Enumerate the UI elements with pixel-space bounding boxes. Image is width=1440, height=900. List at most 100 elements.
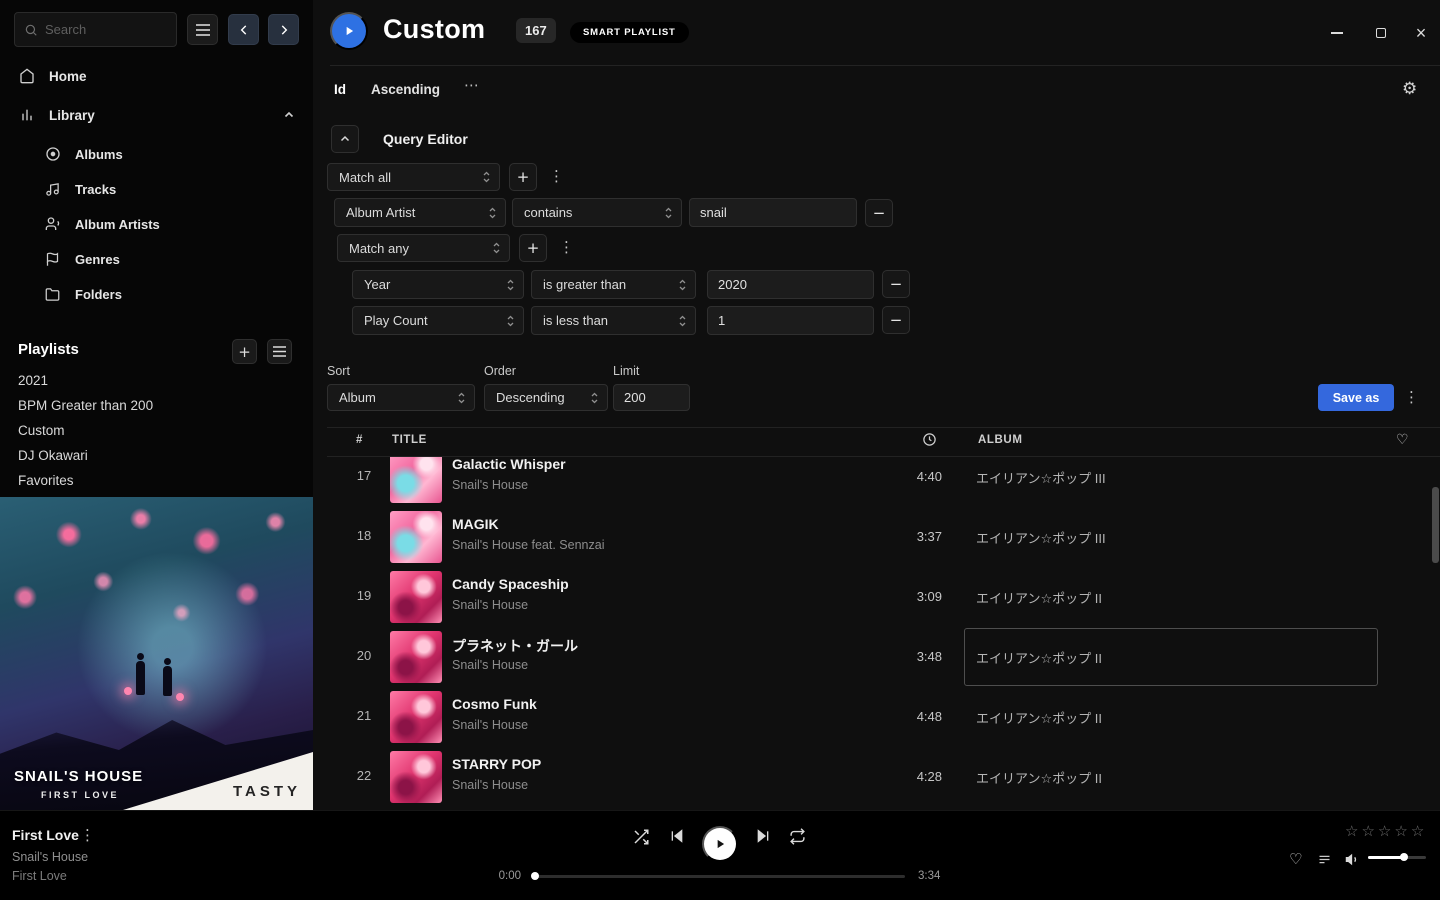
seek-bar[interactable] [535, 875, 905, 878]
sort-more-button[interactable]: ⋯ [464, 76, 480, 94]
shuffle-button[interactable] [632, 828, 650, 846]
favorite-button[interactable]: ♡ [1289, 850, 1302, 868]
limit-input[interactable] [613, 384, 690, 411]
star-icon[interactable]: ☆ [1345, 822, 1358, 840]
query-editor-collapse-button[interactable] [331, 125, 359, 153]
group-rule-value-input[interactable] [707, 306, 874, 335]
volume-slider[interactable] [1368, 856, 1426, 859]
table-row[interactable]: 20 プラネット・ガール Snail's House 3:48 エイリアン☆ポッ… [313, 627, 1440, 687]
close-icon: × [1416, 23, 1427, 44]
sort-direction-button[interactable]: Ascending [371, 82, 440, 97]
scrollbar-thumb[interactable] [1432, 487, 1439, 563]
remove-group-rule-button[interactable]: − [882, 306, 910, 334]
rating-stars[interactable]: ☆ ☆ ☆ ☆ ☆ [1345, 822, 1424, 840]
col-album-header[interactable]: ALBUM [978, 434, 1023, 446]
star-icon[interactable]: ☆ [1411, 822, 1424, 840]
volume-knob[interactable] [1400, 853, 1408, 861]
group-rule-value-input[interactable] [707, 270, 874, 299]
sidebar-item-home[interactable]: Home [0, 61, 313, 91]
rule-value-input[interactable] [689, 198, 857, 227]
save-as-button[interactable]: Save as [1318, 384, 1394, 411]
now-playing-menu-button[interactable]: ⋮ [80, 828, 95, 843]
group-menu-button[interactable]: ⋮ [559, 240, 574, 255]
album-cell[interactable]: エイリアン☆ポップ II [964, 568, 1378, 626]
playlist-item[interactable]: 2021 [18, 373, 48, 388]
minimize-button[interactable] [1326, 22, 1348, 44]
star-icon[interactable]: ☆ [1361, 822, 1374, 840]
col-index-header[interactable]: # [356, 434, 363, 446]
duration-clock-icon[interactable] [922, 432, 937, 450]
track-artist: Snail's House [452, 658, 528, 672]
volume-button[interactable] [1344, 851, 1361, 868]
sidebar-item-album-artists[interactable]: Album Artists [0, 209, 313, 239]
sidebar-item-albums[interactable]: Albums [0, 139, 313, 169]
album-cell[interactable]: エイリアン☆ポップ III [964, 457, 1378, 506]
sort-field-button[interactable]: Id [334, 82, 346, 97]
playlist-list-button[interactable] [267, 339, 292, 364]
chevrons-up-down-icon [590, 391, 599, 405]
repeat-button[interactable] [789, 828, 806, 845]
add-group-rule-button[interactable]: + [519, 234, 547, 262]
add-playlist-button[interactable]: + [232, 339, 257, 364]
close-button[interactable]: × [1410, 22, 1432, 44]
nav-back-button[interactable] [228, 14, 259, 45]
album-cell-focused[interactable]: エイリアン☆ポップ II [964, 628, 1378, 686]
album-name: エイリアン☆ポップ II [976, 708, 1102, 727]
nav-forward-button[interactable] [268, 14, 299, 45]
play-playlist-button[interactable] [330, 12, 368, 50]
playlist-item[interactable]: BPM Greater than 200 [18, 398, 153, 413]
collapse-chevron-up-icon[interactable] [283, 109, 295, 121]
next-track-button[interactable] [755, 828, 771, 844]
label-brand: TASTY [233, 783, 301, 800]
group-rule-operator-select[interactable]: is less than [531, 306, 696, 335]
table-row[interactable]: 18 MAGIK Snail's House feat. Sennzai 3:3… [313, 507, 1440, 567]
album-cell[interactable]: エイリアン☆ポップ III [964, 508, 1378, 566]
table-row[interactable]: 21 Cosmo Funk Snail's House 4:48 エイリアン☆ポ… [313, 687, 1440, 747]
add-rule-button[interactable]: + [509, 163, 537, 191]
album-art-thumbnail [390, 511, 442, 563]
previous-track-button[interactable] [669, 828, 685, 844]
star-icon[interactable]: ☆ [1394, 822, 1407, 840]
track-duration: 3:09 [858, 589, 942, 604]
select-value: Album [339, 390, 376, 405]
play-pause-button[interactable] [702, 826, 738, 862]
search-input[interactable] [45, 22, 167, 37]
remove-group-rule-button[interactable]: − [882, 270, 910, 298]
rule-field-select[interactable]: Album Artist [334, 198, 506, 227]
order-select[interactable]: Descending [484, 384, 608, 411]
remove-rule-button[interactable]: − [865, 199, 893, 227]
playlist-item[interactable]: Custom [18, 423, 65, 438]
sidebar-item-tracks[interactable]: Tracks [0, 174, 313, 204]
star-icon[interactable]: ☆ [1378, 822, 1391, 840]
table-row[interactable]: 17 Galactic Whisper Snail's House 4:40 エ… [313, 457, 1440, 507]
match-all-select[interactable]: Match all [327, 163, 500, 191]
favorite-heart-icon[interactable]: ♡ [1396, 432, 1409, 448]
menu-button[interactable] [187, 14, 218, 45]
sidebar-item-genres[interactable]: Genres [0, 244, 313, 274]
rule-group-menu-button[interactable]: ⋮ [549, 169, 564, 184]
playlist-item[interactable]: DJ Okawari [18, 448, 88, 463]
save-menu-button[interactable]: ⋮ [1404, 390, 1419, 405]
album-cell[interactable]: エイリアン☆ポップ II [964, 748, 1378, 806]
now-playing-album-art[interactable]: SNAIL'S HOUSE FIRST LOVE TASTY [0, 497, 313, 810]
group-rule-field-select[interactable]: Play Count [352, 306, 524, 335]
settings-gear-icon[interactable]: ⚙ [1402, 79, 1417, 99]
group-rule-operator-select[interactable]: is greater than [531, 270, 696, 299]
table-row[interactable]: 22 STARRY POP Snail's House 4:28 エイリアン☆ポ… [313, 747, 1440, 807]
col-title-header[interactable]: TITLE [392, 434, 427, 446]
table-row[interactable]: 19 Candy Spaceship Snail's House 3:09 エイ… [313, 567, 1440, 627]
album-cell[interactable]: エイリアン☆ポップ II [964, 688, 1378, 746]
sidebar-item-library[interactable]: Library [0, 100, 313, 130]
album-name: エイリアン☆ポップ III [976, 528, 1106, 547]
maximize-button[interactable] [1370, 22, 1392, 44]
seek-knob[interactable] [531, 872, 539, 880]
group-rule-field-select[interactable]: Year [352, 270, 524, 299]
sidebar-item-folders[interactable]: Folders [0, 279, 313, 309]
rule-operator-select[interactable]: contains [512, 198, 682, 227]
queue-button[interactable] [1317, 852, 1332, 867]
match-any-select[interactable]: Match any [337, 234, 510, 262]
search-box[interactable] [14, 12, 177, 47]
playlist-item[interactable]: Favorites [18, 473, 74, 488]
now-playing-title: First Love [12, 827, 79, 843]
sort-select[interactable]: Album [327, 384, 475, 411]
